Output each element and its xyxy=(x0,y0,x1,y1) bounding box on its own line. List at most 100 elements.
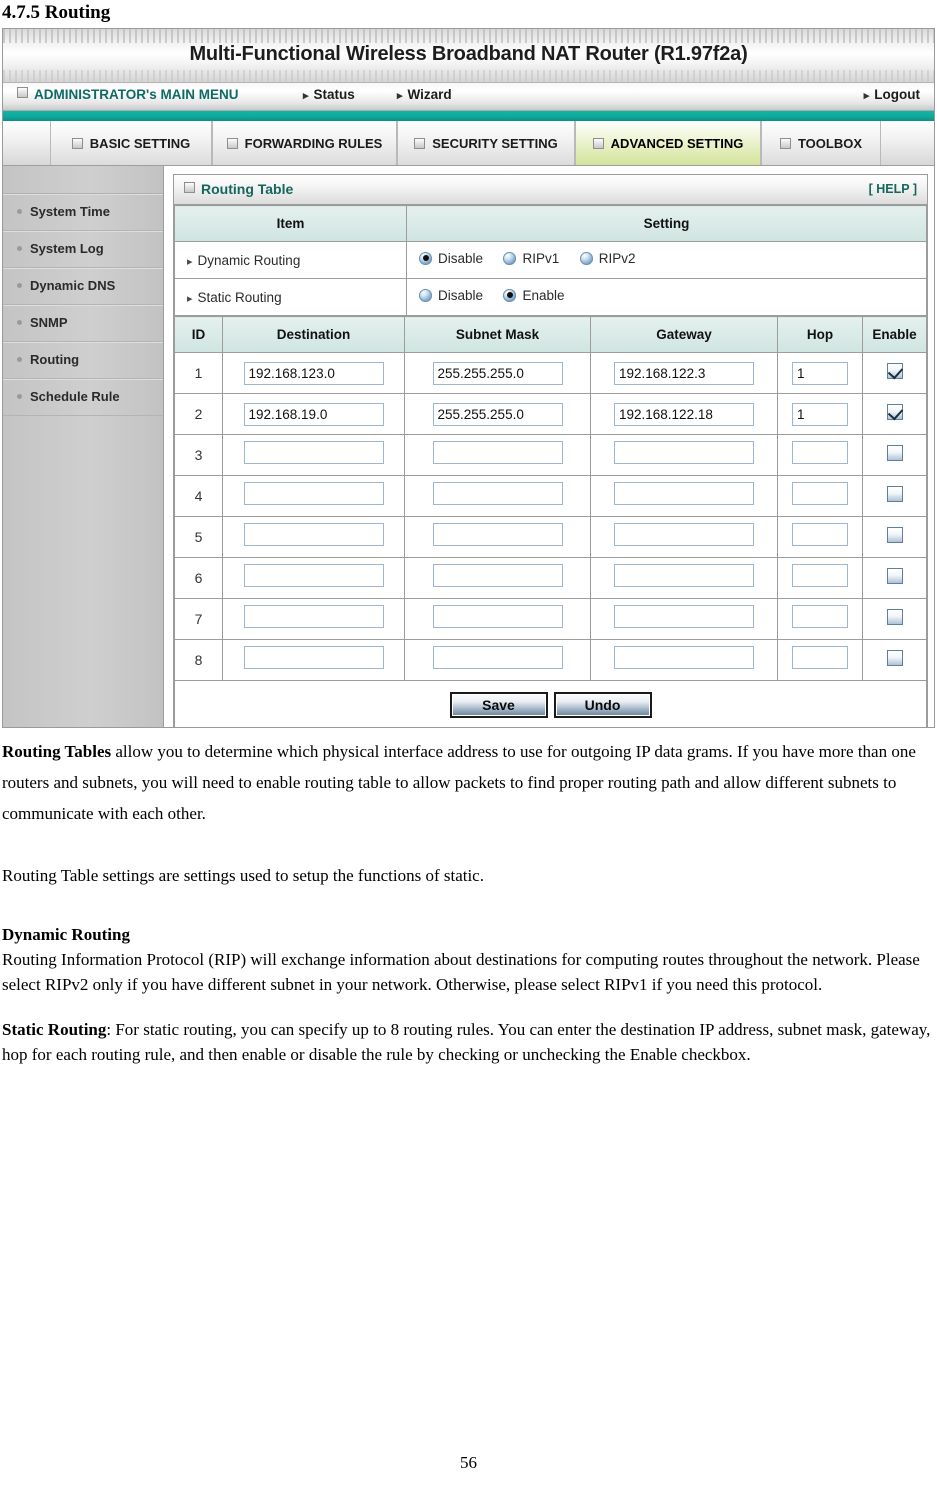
row-hop-cell: 1 xyxy=(777,393,863,435)
col-header-destination: Destination xyxy=(222,316,405,353)
sidebar-item-schedule-rule[interactable]: Schedule Rule xyxy=(3,379,163,416)
row-hop-cell xyxy=(777,475,863,517)
radio-option-static-disable[interactable]: Disable xyxy=(419,288,483,303)
save-button[interactable]: Save xyxy=(449,692,548,718)
sidebar-item-system-time[interactable]: System Time xyxy=(3,194,163,231)
gateway-input[interactable] xyxy=(614,523,754,546)
destination-input[interactable] xyxy=(243,646,384,669)
col-header-setting: Setting xyxy=(406,205,927,242)
sidebar-item-routing[interactable]: Routing xyxy=(3,342,163,379)
sidebar-item-system-log[interactable]: System Log xyxy=(3,231,163,268)
destination-input[interactable]: 192.168.19.0 xyxy=(243,402,384,426)
subnet-mask-input[interactable] xyxy=(432,523,563,546)
subnet-mask-input[interactable] xyxy=(432,605,563,628)
tab-forwarding-rules[interactable]: FORWARDING RULES xyxy=(212,121,397,165)
tab-toolbox-label: TOOLBOX xyxy=(797,135,863,151)
help-link[interactable]: [ HELP ] xyxy=(869,175,917,204)
arrow-right-icon: ▸ xyxy=(397,90,403,102)
destination-input[interactable] xyxy=(243,482,384,505)
row-hop-cell xyxy=(777,557,863,599)
hop-input[interactable]: 1 xyxy=(792,361,848,385)
enable-checkbox[interactable] xyxy=(886,485,903,502)
bullet-icon xyxy=(17,320,22,325)
wizard-label: Wizard xyxy=(407,87,452,102)
radio-option-dynamic-ripv1[interactable]: RIPv1 xyxy=(503,251,559,266)
col-header-hop: Hop xyxy=(777,316,863,353)
destination-input[interactable] xyxy=(243,605,384,628)
row-id: 3 xyxy=(174,434,223,476)
row-gateway-cell: 192.168.122.18 xyxy=(590,393,778,435)
tab-basic-setting[interactable]: BASIC SETTING xyxy=(50,121,212,165)
radio-label: Enable xyxy=(522,287,565,303)
gateway-input[interactable] xyxy=(614,646,754,669)
hop-input[interactable]: 1 xyxy=(792,402,848,426)
hop-input[interactable] xyxy=(792,441,848,464)
enable-checkbox[interactable] xyxy=(886,526,903,543)
sidebar-item-dynamic-dns[interactable]: Dynamic DNS xyxy=(3,268,163,305)
radio-icon[interactable] xyxy=(503,251,517,265)
subnet-mask-input[interactable] xyxy=(432,646,563,669)
hop-input[interactable] xyxy=(792,605,848,628)
destination-input[interactable] xyxy=(243,523,384,546)
radio-icon[interactable] xyxy=(419,251,432,265)
routing-header-row: ID Destination Subnet Mask Gateway Hop E… xyxy=(174,316,927,353)
routing-rules-table: ID Destination Subnet Mask Gateway Hop E… xyxy=(174,316,927,727)
enable-checkbox[interactable] xyxy=(886,567,903,584)
radio-icon[interactable] xyxy=(503,288,517,302)
logout-label: Logout xyxy=(874,87,920,102)
admin-main-menu-link[interactable]: ADMINISTRATOR's MAIN MENU xyxy=(17,87,238,102)
radio-option-dynamic-disable[interactable]: Disable xyxy=(419,251,483,266)
enable-checkbox[interactable] xyxy=(886,362,903,379)
subnet-mask-input[interactable] xyxy=(432,441,563,464)
gateway-input[interactable] xyxy=(614,564,754,587)
enable-checkbox[interactable] xyxy=(886,608,903,625)
row-subnet-cell xyxy=(404,598,591,640)
subnet-mask-input[interactable]: 255.255.255.0 xyxy=(432,402,563,426)
static-routing-label-cell: ▸ Static Routing xyxy=(174,278,407,316)
subnet-mask-input[interactable] xyxy=(432,482,563,505)
hop-input[interactable] xyxy=(792,646,848,669)
logout-link[interactable]: ▸ Logout xyxy=(864,87,920,102)
row-subnet-cell: 255.255.255.0 xyxy=(404,393,591,435)
row-subnet-cell xyxy=(404,516,591,558)
hop-input[interactable] xyxy=(792,564,848,587)
subnet-mask-input[interactable] xyxy=(432,564,563,587)
row-subnet-cell: 255.255.255.0 xyxy=(404,352,591,394)
row-enable-cell xyxy=(862,475,927,517)
radio-option-static-enable[interactable]: Enable xyxy=(503,287,565,303)
radio-option-dynamic-ripv2[interactable]: RIPv2 xyxy=(579,251,635,266)
radio-icon[interactable] xyxy=(419,288,432,302)
gateway-input[interactable] xyxy=(614,482,754,505)
router-banner-title: Multi-Functional Wireless Broadband NAT … xyxy=(189,43,748,65)
gateway-input[interactable]: 192.168.122.3 xyxy=(614,361,754,385)
destination-input[interactable] xyxy=(243,441,384,464)
sidebar-item-snmp[interactable]: SNMP xyxy=(3,305,163,342)
undo-button[interactable]: Undo xyxy=(553,692,652,718)
status-link[interactable]: ▸ Status xyxy=(303,87,355,102)
tab-toolbox[interactable]: TOOLBOX xyxy=(761,121,881,165)
row-gateway-cell xyxy=(590,516,778,558)
gateway-input[interactable] xyxy=(614,441,754,464)
radio-icon[interactable] xyxy=(579,251,593,265)
destination-input[interactable]: 192.168.123.0 xyxy=(243,361,384,385)
tab-forwarding-rules-label: FORWARDING RULES xyxy=(244,135,383,151)
tab-security-setting[interactable]: SECURITY SETTING xyxy=(397,121,575,165)
wizard-link[interactable]: ▸ Wizard xyxy=(397,87,452,102)
table-row: 3 xyxy=(174,434,927,476)
tab-advanced-setting[interactable]: ADVANCED SETTING xyxy=(575,121,761,165)
enable-checkbox[interactable] xyxy=(886,403,903,420)
gateway-input[interactable]: 192.168.122.18 xyxy=(614,402,754,426)
hop-input[interactable] xyxy=(792,482,848,505)
gateway-input[interactable] xyxy=(614,605,754,628)
subnet-mask-input[interactable]: 255.255.255.0 xyxy=(432,361,563,385)
enable-checkbox[interactable] xyxy=(886,444,903,461)
col-header-enable: Enable xyxy=(862,316,927,353)
document-page: 4.7.5 Routing Multi-Functional Wireless … xyxy=(0,2,937,1487)
sidebar-item-label: Dynamic DNS xyxy=(30,278,116,293)
enable-checkbox[interactable] xyxy=(886,649,903,666)
destination-input[interactable] xyxy=(243,564,384,587)
main-tab-bar: BASIC SETTING FORWARDING RULES SECURITY … xyxy=(3,121,934,166)
routing-tables-text: allow you to determine which physical in… xyxy=(2,742,916,823)
hop-input[interactable] xyxy=(792,523,848,546)
